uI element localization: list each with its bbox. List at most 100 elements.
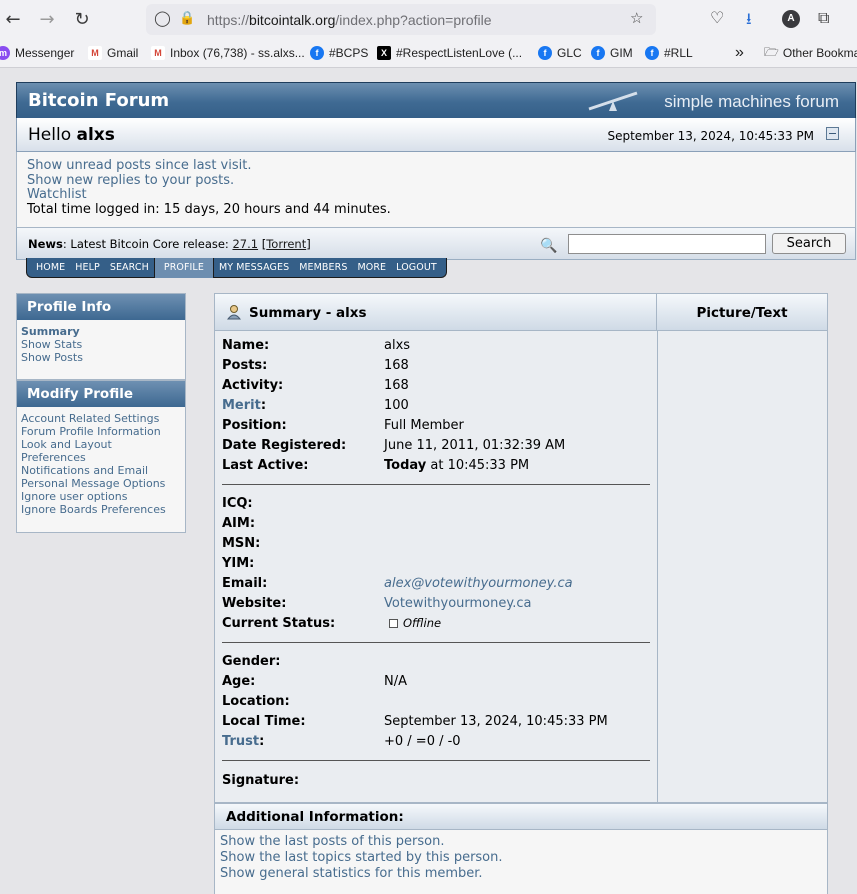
pm-options-link[interactable]: Personal Message Options — [21, 477, 165, 490]
new-replies-link[interactable]: Show new replies to your posts. — [27, 173, 234, 188]
divider — [222, 484, 650, 485]
forum-header: Bitcoin Forum simple machines forum Hell… — [16, 82, 856, 278]
icq-label: ICQ: — [222, 496, 253, 511]
lock-icon[interactable]: 🔒 — [179, 11, 195, 26]
show-stats-link[interactable]: Show Stats — [21, 338, 82, 351]
last-topics-link[interactable]: Show the last topics started by this per… — [220, 850, 503, 865]
look-layout-link[interactable]: Look and Layout — [21, 438, 112, 451]
address-bar[interactable]: ◯ 🔒 https://bitcointalk.org/index.php?ac… — [146, 4, 656, 35]
menu-my-messages[interactable]: MY MESSAGES — [214, 262, 294, 273]
search-input[interactable] — [568, 234, 766, 254]
merit-value: 100 — [384, 398, 409, 413]
menu-more[interactable]: MORE — [352, 262, 391, 273]
general-stats-link[interactable]: Show general statistics for this member. — [220, 866, 483, 881]
last-active-label: Last Active: — [222, 458, 309, 473]
last-active-today: Today — [384, 458, 427, 473]
browser-toolbar: ← → ↻ ◯ 🔒 https://bitcointalk.org/index.… — [0, 0, 857, 38]
bookmark-gim[interactable]: f GIM — [591, 45, 633, 61]
msn-label: MSN: — [222, 536, 261, 551]
greeting: Hello alxs — [28, 125, 115, 145]
gender-label: Gender: — [222, 654, 281, 669]
url-text[interactable]: https://bitcointalk.org/index.php?action… — [207, 12, 491, 28]
signature-label: Signature: — [222, 773, 300, 788]
x-icon: X — [377, 46, 391, 60]
bookmark-gmail[interactable]: M Gmail — [88, 45, 138, 61]
trust-colon: : — [259, 734, 265, 749]
menu-home[interactable]: HOME — [31, 262, 70, 273]
picture-text-header: Picture/Text — [657, 294, 827, 331]
preferences-link[interactable]: Preferences — [21, 451, 86, 464]
registered-value: June 11, 2011, 01:32:39 AM — [384, 438, 566, 453]
messenger-icon: m — [0, 46, 10, 60]
email-link[interactable]: alex@votewithyourmoney.ca — [384, 576, 573, 591]
menu-members[interactable]: MEMBERS — [294, 262, 352, 273]
release-link[interactable]: 27.1 — [232, 237, 258, 251]
summary-header: Summary - alxs — [215, 294, 657, 331]
account-avatar[interactable]: A — [782, 10, 800, 28]
watchlist-link[interactable]: Watchlist — [27, 187, 87, 202]
download-icon[interactable]: ⭳ — [746, 8, 752, 35]
bookmark-label: GLC — [557, 46, 582, 60]
last-posts-link[interactable]: Show the last posts of this person. — [220, 834, 444, 849]
additional-info-panel: Additional Information: Show the last po… — [214, 803, 828, 894]
show-posts-link[interactable]: Show Posts — [21, 351, 83, 364]
account-settings-link[interactable]: Account Related Settings — [21, 412, 159, 425]
menu-profile[interactable]: PROFILE — [153, 257, 214, 278]
unread-posts-link[interactable]: Show unread posts since last visit. — [27, 158, 251, 173]
url-host: bitcointalk.org — [249, 12, 336, 28]
star-icon[interactable]: ☆ — [630, 9, 643, 27]
reload-icon[interactable]: ↻ — [69, 6, 95, 32]
other-bookmarks[interactable]: 🗁 Other Bookma — [764, 45, 857, 61]
greeting-prefix: Hello — [28, 125, 72, 145]
bookmark-messenger[interactable]: m Messenger — [0, 45, 74, 61]
bookmark-respect[interactable]: X #RespectListenLove (... — [377, 45, 522, 61]
position-label: Position: — [222, 418, 287, 433]
trust-link[interactable]: Trust — [222, 734, 259, 749]
bookmarks-bar: m Messenger M Gmail M Inbox (76,738) - ss.a… — [0, 41, 857, 65]
url-path: /index.php?action=profile — [335, 12, 492, 28]
notifications-link[interactable]: Notifications and Email — [21, 464, 148, 477]
status-label: Current Status: — [222, 616, 336, 631]
bookmark-bcps[interactable]: f #BCPS — [310, 45, 368, 61]
back-icon[interactable]: ← — [0, 6, 26, 32]
trust-label: Trust: — [222, 734, 264, 749]
menu-logout[interactable]: LOGOUT — [391, 262, 442, 273]
pocket-icon[interactable]: ♡ — [710, 8, 724, 27]
menu-help[interactable]: HELP — [70, 262, 105, 273]
forum-profile-link[interactable]: Forum Profile Information — [21, 425, 161, 438]
news-bar: News: Latest Bitcoin Core release: 27.1 … — [16, 228, 856, 260]
merit-link[interactable]: Merit — [222, 398, 261, 413]
trust-value: +0 / =0 / -0 — [384, 734, 461, 749]
torrent-link[interactable]: Torrent — [266, 237, 306, 251]
collapse-icon[interactable] — [826, 127, 839, 140]
website-link[interactable]: Votewithyourmoney.ca — [384, 596, 531, 611]
chevron-right-icon[interactable]: » — [735, 44, 744, 61]
bookmark-glc[interactable]: f GLC — [538, 45, 582, 61]
forum-name[interactable]: Bitcoin Forum — [28, 90, 169, 111]
position-value: Full Member — [384, 418, 464, 433]
bookmark-label: GIM — [610, 46, 633, 60]
modify-profile-panel: Modify Profile Account Related Settings … — [16, 380, 186, 533]
ignore-users-link[interactable]: Ignore user options — [21, 490, 127, 503]
posts-value: 168 — [384, 358, 409, 373]
summary-link[interactable]: Summary — [21, 325, 80, 338]
gmail-icon: M — [151, 46, 165, 60]
other-bookmarks-label: Other Bookma — [782, 46, 857, 60]
modify-profile-title: Modify Profile — [17, 381, 185, 407]
local-time-value: September 13, 2024, 10:45:33 PM — [384, 714, 608, 729]
extensions-icon[interactable]: ⧉ — [818, 8, 829, 28]
age-label: Age: — [222, 674, 256, 689]
shield-icon[interactable]: ◯ — [154, 9, 171, 27]
bookmark-inbox[interactable]: M Inbox (76,738) - ss.alxs... — [151, 45, 305, 61]
divider — [222, 760, 650, 761]
merit-label: Merit: — [222, 398, 266, 413]
browser-chrome: ← → ↻ ◯ 🔒 https://bitcointalk.org/index.… — [0, 0, 857, 68]
menu-search[interactable]: SEARCH — [105, 262, 154, 273]
forward-icon[interactable]: → — [34, 6, 60, 32]
email-label: Email: — [222, 576, 268, 591]
ignore-boards-link[interactable]: Ignore Boards Preferences — [21, 503, 166, 516]
bookmark-rll[interactable]: f #RLL — [645, 45, 693, 61]
website-label: Website: — [222, 596, 287, 611]
search-button[interactable]: Search — [772, 233, 846, 254]
aim-label: AIM: — [222, 516, 256, 531]
